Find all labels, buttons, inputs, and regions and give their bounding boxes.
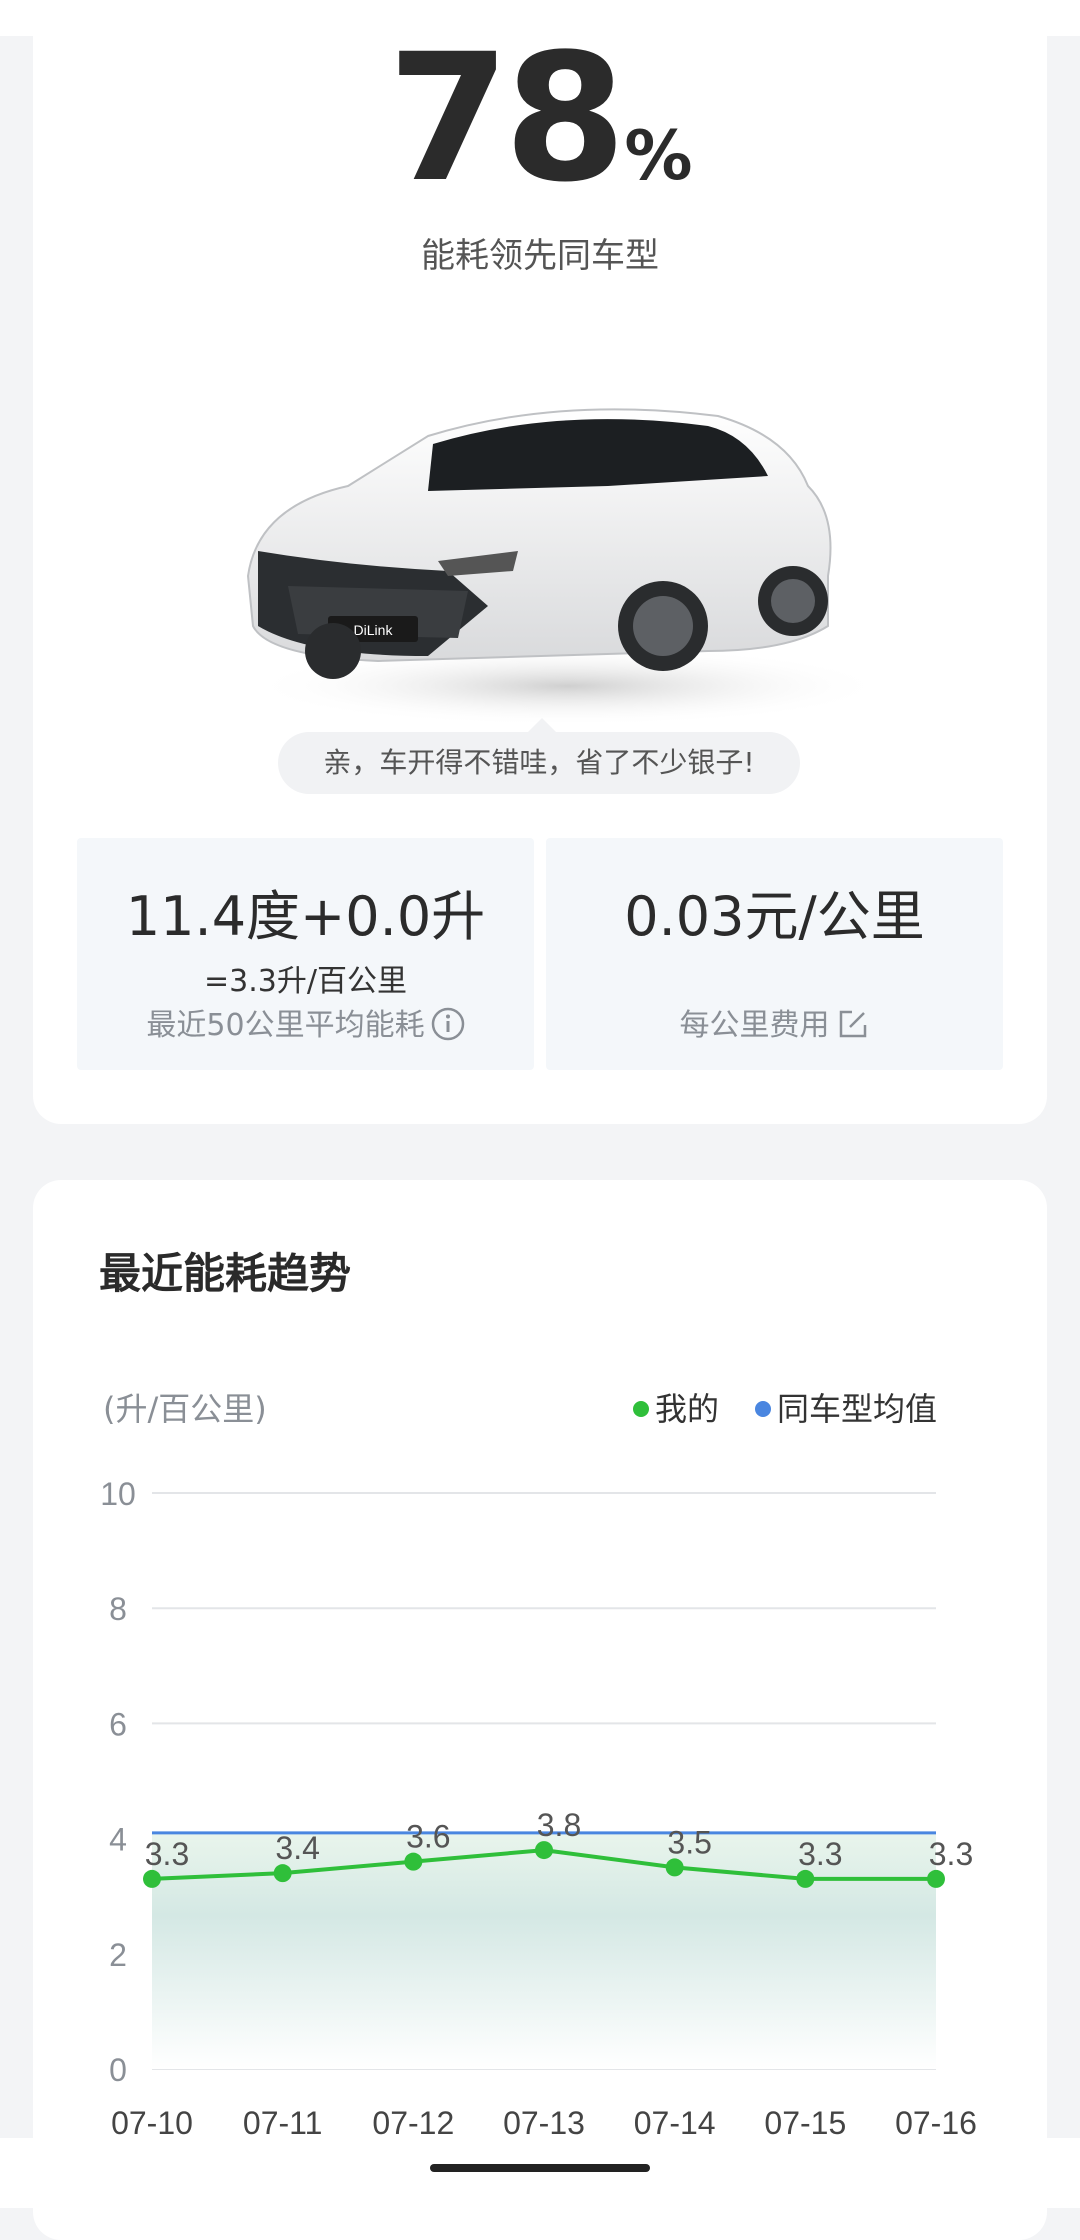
car-image: DiLink [246,408,878,726]
avg-consumption-box: 11.4度+0.0升 =3.3升/百公里 最近50公里平均能耗 [77,838,534,1070]
legend-mine-label: 我的 [655,1390,720,1428]
consumption-label-row: 最近50公里平均能耗 [77,1000,534,1044]
percent-value: 78 [387,16,626,221]
car-badge-text: DiLink [354,622,394,638]
legend-mine[interactable]: 我的 [633,1384,719,1430]
consumption-value: 11.4度+0.0升 [125,885,486,948]
legend-avg-dot [755,1401,771,1417]
consumption-per-100km: =3.3升/百公里 [204,964,407,999]
energy-summary-card: 78% 能耗领先同车型 DiLink 亲，车开得不错哇，省了不少银子! 11.4… [33,16,1047,1124]
cost-per-km-box: 0.03元/公里 每公里费用 [546,838,1003,1070]
cost-label-row: 每公里费用 [546,1000,1003,1044]
percent-sign: % [624,117,693,196]
legend-avg-label: 同车型均值 [777,1390,938,1428]
chart-title: 最近能耗趋势 [99,1249,352,1298]
encouragement-bubble: 亲，车开得不错哇，省了不少银子! [278,718,800,794]
percent-rank: 78% [33,16,1047,221]
consumption-label: 最近50公里平均能耗 [146,1008,425,1043]
legend-mine-dot [633,1401,649,1417]
legend-avg[interactable]: 同车型均值 [755,1384,937,1430]
cost-label: 每公里费用 [679,1008,830,1043]
cost-value: 0.03元/公里 [624,885,925,948]
bottom-bar [0,2138,1080,2208]
home-indicator[interactable] [430,2164,650,2172]
edit-icon[interactable] [836,1007,870,1041]
energy-trend-card: 最近能耗趋势 (升/百公里) 我的 同车型均值 [33,1180,1047,2240]
chart-unit: (升/百公里) [103,1390,267,1428]
info-circle-icon[interactable] [431,1007,465,1041]
rank-subtitle: 能耗领先同车型 [421,236,659,276]
